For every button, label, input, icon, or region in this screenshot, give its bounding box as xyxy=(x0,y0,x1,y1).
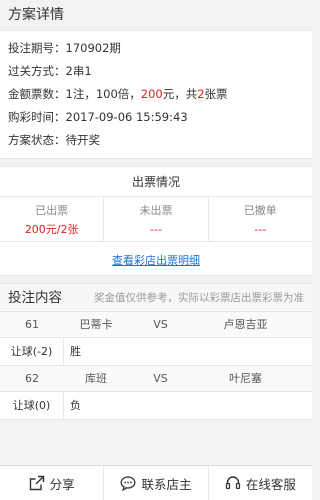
match-number: 61 xyxy=(25,318,39,331)
handicap-cell: 让球(-2) xyxy=(0,338,64,365)
match-number: 62 xyxy=(25,372,39,385)
online-service-button[interactable]: 在线客服 xyxy=(209,466,312,500)
chat-bubble-icon xyxy=(121,476,136,491)
share-icon xyxy=(29,475,44,491)
purchase-time-row: 购彩时间：2017-09-06 15:59:43 xyxy=(8,110,188,124)
amount-count: 2 xyxy=(197,87,205,101)
ticket-title: 出票情况 xyxy=(0,167,312,197)
away-team: 卢恩吉亚 xyxy=(223,318,268,331)
share-label: 分享 xyxy=(49,476,75,492)
issue-row: 投注期号：170902期 xyxy=(8,41,121,55)
amount-row: 金额票数：1注，100倍，200元，共2张票 xyxy=(8,83,304,106)
ticket-issued: 已出票 200元/2张 xyxy=(0,197,105,241)
amount-money: 200 xyxy=(140,87,163,101)
ticket-link-row: 查看彩店出票明细 xyxy=(0,242,312,275)
issued-value: 200元/2张 xyxy=(24,223,79,236)
scheme-section: 方案详情 投注期号：170902期 过关方式：2串1 金额票数：1注，100倍，… xyxy=(0,0,312,159)
online-service-label: 在线客服 xyxy=(245,476,296,492)
amount-prefix: 金额票数：1注，100倍， xyxy=(8,87,141,101)
bet-header: 投注内容 奖金值仅供参考，实际以彩票店出票彩票为准 xyxy=(0,284,312,312)
ticket-detail-link[interactable]: 查看彩店出票明细 xyxy=(112,254,200,267)
pending-value: --- xyxy=(150,223,162,236)
bet-title: 投注内容 xyxy=(8,290,62,306)
bet-section: 投注内容 奖金值仅供参考，实际以彩票店出票彩票为准 61 巴蒂卡 VS 卢恩吉亚… xyxy=(0,283,312,420)
cancelled-value: --- xyxy=(254,223,267,236)
issued-label: 已出票 xyxy=(35,204,69,217)
pick-row: 让球(0) 负 xyxy=(0,392,312,420)
pick-result: 胜 xyxy=(70,345,81,358)
status-row: 方案状态：待开奖 xyxy=(8,133,100,147)
vs-label: VS xyxy=(153,318,168,331)
amount-suffix: 张票 xyxy=(204,87,228,101)
share-button[interactable]: 分享 xyxy=(0,466,105,500)
away-team: 叶尼塞 xyxy=(229,372,262,385)
handicap-cell: 让球(0) xyxy=(0,392,64,419)
home-team: 库班 xyxy=(85,372,107,385)
ticket-section: 出票情况 已出票 200元/2张 未出票 --- 已撤单 --- 查看彩店出票明… xyxy=(0,166,312,276)
pass-type-row: 过关方式：2串1 xyxy=(8,64,92,78)
pick-row: 让球(-2) 胜 xyxy=(0,338,312,366)
vs-label: VS xyxy=(153,372,168,385)
scheme-info: 投注期号：170902期 过关方式：2串1 金额票数：1注，100倍，200元，… xyxy=(0,30,312,159)
contact-owner-label: 联系店主 xyxy=(141,476,192,492)
amount-mid: 元，共 xyxy=(162,87,198,101)
bottom-action-bar: 分享 联系店主 在线客服 xyxy=(0,465,312,500)
ticket-stats: 已出票 200元/2张 未出票 --- 已撤单 --- xyxy=(0,197,312,242)
scheme-title: 方案详情 xyxy=(0,0,312,30)
ticket-cancelled: 已撤单 --- xyxy=(209,197,312,241)
pending-label: 未出票 xyxy=(139,204,173,217)
bet-note: 奖金值仅供参考，实际以彩票店出票彩票为准 xyxy=(94,292,304,304)
home-team: 巴蒂卡 xyxy=(79,318,113,331)
pick-result: 负 xyxy=(70,399,81,412)
match-row: 62 库班 VS 叶尼塞 xyxy=(0,366,312,392)
contact-owner-button[interactable]: 联系店主 xyxy=(104,466,209,500)
match-row: 61 巴蒂卡 VS 卢恩吉亚 xyxy=(0,312,312,338)
headset-icon xyxy=(225,476,240,490)
cancelled-label: 已撤单 xyxy=(243,204,277,217)
ticket-pending: 未出票 --- xyxy=(104,197,209,241)
